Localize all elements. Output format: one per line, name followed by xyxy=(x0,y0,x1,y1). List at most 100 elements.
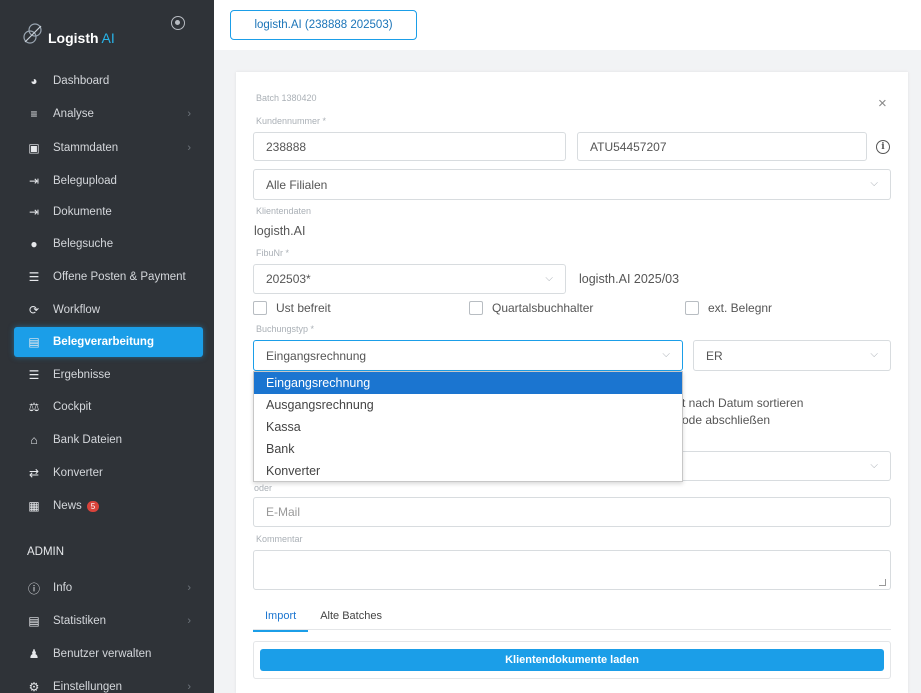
sidebar-item-analyse[interactable]: ≡ Analyse › xyxy=(14,99,203,129)
chevron-down-icon: ⌵ xyxy=(870,349,878,360)
dropdown-option[interactable]: Konverter xyxy=(254,460,682,482)
dropdown-option[interactable]: Kassa xyxy=(254,416,682,438)
sidebar-item-news[interactable]: ▦ News 5 xyxy=(14,491,203,521)
scale-icon: ⚖ xyxy=(28,400,40,414)
buchungstyp-label: Buchungstyp * xyxy=(256,324,315,334)
document-icon: ▤ xyxy=(28,335,40,349)
sidebar-item-label: Workflow xyxy=(53,304,101,316)
topbar: logisth.AI (238888 202503) xyxy=(214,0,921,50)
sidebar-item-label: Info xyxy=(53,582,73,594)
sidebar-item-label: Dokumente xyxy=(53,206,112,218)
chevron-down-icon: ⌵ xyxy=(870,460,878,471)
sidebar-item-belegverarbeitung[interactable]: ▤ Belegverarbeitung xyxy=(14,327,203,357)
fibunr-select[interactable]: 202503* ⌵ xyxy=(253,264,566,294)
fibunr-label: FibuNr * xyxy=(256,248,290,258)
close-period-text: ode abschließen xyxy=(682,413,771,427)
exchange-icon: ⇄ xyxy=(28,466,40,480)
chevron-down-icon: ⌵ xyxy=(870,178,878,189)
sidebar-item-belegsuche[interactable]: ● Belegsuche xyxy=(14,229,203,259)
tab-alte-batches[interactable]: Alte Batches xyxy=(308,600,394,632)
batch-label: Batch 1380420 xyxy=(256,93,317,103)
email-input[interactable]: E-Mail xyxy=(253,497,891,527)
client-tab[interactable]: logisth.AI (238888 202503) xyxy=(230,10,417,40)
chevron-right-icon: › xyxy=(187,681,191,693)
load-section: Klientendokumente laden xyxy=(253,641,891,679)
sidebar-item-dokumente[interactable]: ⇥ Dokumente xyxy=(14,197,203,227)
dropdown-option[interactable]: Eingangsrechnung xyxy=(254,372,682,394)
sidebar-item-label: Bank Dateien xyxy=(53,434,123,446)
file-import-icon: ⇥ xyxy=(28,174,40,188)
tabs: Import Alte Batches xyxy=(253,600,394,632)
checkbox-box[interactable] xyxy=(253,301,267,315)
kundennummer-label: Kundennummer * xyxy=(256,116,327,126)
newspaper-icon: ▦ xyxy=(28,499,40,513)
sidebar-item-dashboard[interactable]: ◕ Dashboard xyxy=(14,66,203,96)
sidebar-item-info[interactable]: ⓘ Info › xyxy=(14,573,203,603)
filialen-select[interactable]: Alle Filialen ⌵ xyxy=(253,169,891,200)
sidebar-item-label: News xyxy=(53,500,82,512)
load-client-documents-button[interactable]: Klientendokumente laden xyxy=(260,649,884,671)
sidebar-item-konverter[interactable]: ⇄ Konverter xyxy=(14,458,203,488)
ext-belegnr-checkbox[interactable]: ext. Belegnr xyxy=(685,301,772,315)
list-icon: ☰ xyxy=(28,270,40,284)
chevron-down-icon: ⌵ xyxy=(545,273,553,284)
menu-icon: ☰ xyxy=(28,368,40,382)
sidebar-item-bank-dateien[interactable]: ⌂ Bank Dateien xyxy=(14,425,203,455)
statistics-icon: ▤ xyxy=(28,614,40,628)
uid-input[interactable]: ATU54457207 xyxy=(577,132,867,161)
search-file-icon: ● xyxy=(30,237,38,251)
sidebar-item-label: Belegsuche xyxy=(53,238,114,250)
info-circle-icon: ⓘ xyxy=(27,581,40,596)
sidebar-item-benutzer-verwalten[interactable]: ♟ Benutzer verwalten xyxy=(14,639,203,669)
buchungstyp-select[interactable]: Eingangsrechnung ⌵ xyxy=(253,340,683,371)
logo-icon xyxy=(23,23,42,44)
partial-select[interactable]: ⌵ xyxy=(683,451,891,481)
buchungstyp-dropdown: Eingangsrechnung Ausgangsrechnung Kassa Ban… xyxy=(253,371,683,482)
sidebar-item-ergebnisse[interactable]: ☰ Ergebnisse xyxy=(14,360,203,390)
sidebar-item-offene-posten-payment[interactable]: ☰ Offene Posten & Payment xyxy=(14,262,203,292)
chevron-down-icon: ⌵ xyxy=(662,349,670,360)
ext-belegnr-label: ext. Belegnr xyxy=(708,301,773,315)
kundennummer-input[interactable]: 238888 xyxy=(253,132,566,161)
kommentar-textarea[interactable] xyxy=(253,550,891,590)
resize-handle-icon[interactable] xyxy=(879,579,886,586)
close-icon[interactable]: × xyxy=(878,95,903,112)
sidebar-item-einstellungen[interactable]: ⚙ Einstellungen › xyxy=(14,672,203,693)
dropdown-option[interactable]: Ausgangsrechnung xyxy=(254,394,682,416)
quartalsbuchhalter-checkbox[interactable]: Quartalsbuchhalter xyxy=(469,301,593,315)
chevron-right-icon: › xyxy=(187,615,191,627)
oder-label: oder xyxy=(254,483,273,493)
ust-befreit-label: Ust befreit xyxy=(276,301,331,315)
tab-import[interactable]: Import xyxy=(253,600,309,632)
pie-chart-icon: ◕ xyxy=(30,74,38,88)
ust-befreit-checkbox[interactable]: Ust befreit xyxy=(253,301,331,315)
admin-heading: ADMIN xyxy=(27,546,65,558)
checkbox-box[interactable] xyxy=(469,301,483,315)
chevron-right-icon: › xyxy=(187,108,191,120)
cogs-icon: ⚙ xyxy=(28,680,40,693)
checkbox-box[interactable] xyxy=(685,301,699,315)
sidebar-item-belegupload[interactable]: ⇥ Belegupload xyxy=(14,166,203,196)
brand[interactable]: Logisth AI xyxy=(22,22,115,46)
fibunr-value: 202503* xyxy=(266,272,311,286)
fibunr-description: logisth.AI 2025/03 xyxy=(579,272,680,286)
sidebar-item-label: Ergebnisse xyxy=(53,369,111,381)
news-count-badge: 5 xyxy=(86,500,100,512)
sidebar-item-label: Belegverarbeitung xyxy=(53,336,154,348)
sidebar-item-cockpit[interactable]: ⚖ Cockpit xyxy=(14,392,203,422)
dropdown-option[interactable]: Bank xyxy=(254,438,682,460)
sidebar-item-statistiken[interactable]: ▤ Statistiken › xyxy=(14,606,203,636)
sidebar-item-label: Dashboard xyxy=(53,75,110,87)
sidebar-toggle-icon[interactable] xyxy=(171,16,185,30)
sidebar-item-workflow[interactable]: ⟳ Workflow xyxy=(14,295,203,325)
kommentar-label: Kommentar xyxy=(256,534,303,544)
info-icon[interactable]: i xyxy=(876,140,890,154)
id-card-icon: ▣ xyxy=(28,141,40,155)
buchungstyp-code-select[interactable]: ER ⌵ xyxy=(693,340,891,371)
sidebar-item-label: Stammdaten xyxy=(53,142,119,154)
klientendaten-label: Klientendaten xyxy=(256,206,312,216)
klient-name: logisth.AI xyxy=(254,224,306,238)
handshake-icon: ⟳ xyxy=(28,303,40,317)
sidebar-item-label: Cockpit xyxy=(53,401,92,413)
sidebar-item-stammdaten[interactable]: ▣ Stammdaten › xyxy=(14,133,203,163)
